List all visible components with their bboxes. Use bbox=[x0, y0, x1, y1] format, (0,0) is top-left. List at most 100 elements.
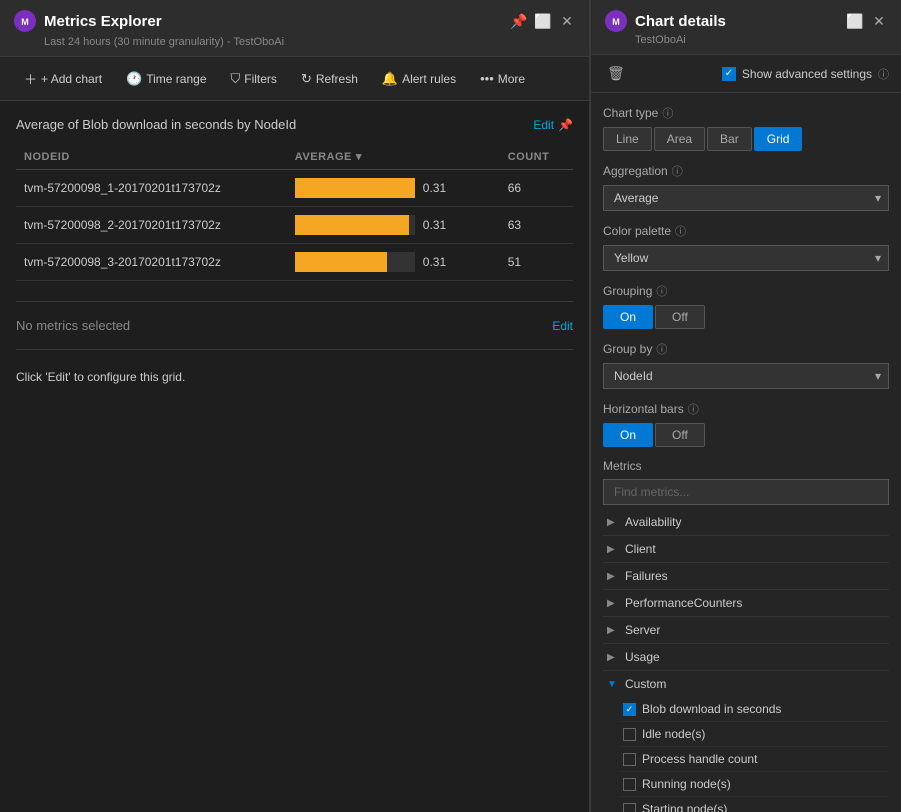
cell-average: 0.31 bbox=[287, 207, 500, 244]
right-header: M Chart details ⬜ ✕ TestOboAi bbox=[591, 0, 901, 55]
right-content: Chart type ⓘ LineAreaBarGrid Aggregation… bbox=[591, 93, 901, 812]
bar-container bbox=[295, 252, 415, 272]
chart-type-btn-bar[interactable]: Bar bbox=[707, 127, 752, 151]
tree-item-row-availability[interactable]: ▶Availability bbox=[603, 509, 889, 535]
close-button-left[interactable]: ✕ bbox=[559, 13, 575, 29]
tree-item-row-server[interactable]: ▶Server bbox=[603, 617, 889, 643]
help-icon-chart-type[interactable]: ⓘ bbox=[662, 105, 673, 121]
left-subtitle: Last 24 hours (30 minute granularity) - … bbox=[44, 36, 575, 48]
table-row: tvm-57200098_3-20170201t173702z 0.31 51 bbox=[16, 244, 573, 281]
help-icon-color[interactable]: ⓘ bbox=[675, 223, 686, 239]
show-advanced-container: ✓ Show advanced settings ⓘ bbox=[722, 66, 889, 82]
checkbox-checked[interactable]: ✓ bbox=[623, 703, 636, 716]
checkbox-empty[interactable] bbox=[623, 753, 636, 766]
sub-item-blob-download-in-seconds: ✓Blob download in seconds bbox=[619, 697, 889, 722]
collapse-icon: ▼ bbox=[607, 679, 619, 690]
delete-button[interactable]: 🗑 bbox=[603, 63, 629, 84]
sub-item-label: Running node(s) bbox=[642, 777, 731, 791]
color-palette-dropdown[interactable]: Yellow Blue Green Red bbox=[603, 245, 889, 271]
horizontal-toggle-on[interactable]: On bbox=[603, 423, 653, 447]
color-palette-section: Color palette ⓘ bbox=[603, 223, 889, 239]
cell-average-value: 0.31 bbox=[423, 218, 446, 232]
chart2-edit-link[interactable]: Edit bbox=[552, 319, 573, 333]
tree-item-row-usage[interactable]: ▶Usage bbox=[603, 644, 889, 670]
tree-item-row-failures[interactable]: ▶Failures bbox=[603, 563, 889, 589]
add-chart-button[interactable]: ＋ + Add chart bbox=[14, 65, 112, 92]
tree-item-label: Server bbox=[625, 623, 660, 637]
help-icon-grouping[interactable]: ⓘ bbox=[656, 283, 667, 299]
grid-table-1: NODEID AVERAGE ▾ COUNT bbox=[16, 144, 573, 281]
cell-average: 0.31 bbox=[287, 244, 500, 281]
refresh-button[interactable]: ↻ Refresh bbox=[291, 67, 368, 91]
close-button-right[interactable]: ✕ bbox=[871, 13, 887, 29]
sub-items-custom: ✓Blob download in secondsIdle node(s)Pro… bbox=[603, 697, 889, 812]
aggregation-dropdown[interactable]: Average Sum Count Min Max bbox=[603, 185, 889, 211]
aggregation-dropdown-wrapper: Average Sum Count Min Max bbox=[603, 185, 889, 211]
grouping-toggle-off[interactable]: Off bbox=[655, 305, 705, 329]
bar-fill bbox=[295, 252, 387, 272]
tree-item-row-performancecounters[interactable]: ▶PerformanceCounters bbox=[603, 590, 889, 616]
expand-icon: ▶ bbox=[607, 517, 619, 528]
more-button[interactable]: ••• More bbox=[470, 67, 535, 90]
chart-type-btn-grid[interactable]: Grid bbox=[754, 127, 803, 151]
tree-item-row-custom[interactable]: ▼Custom bbox=[603, 671, 889, 697]
cell-count: 66 bbox=[500, 170, 573, 207]
metrics-tree: ▶Availability▶Client▶Failures▶Performanc… bbox=[603, 509, 889, 812]
horizontal-toggle-off[interactable]: Off bbox=[655, 423, 705, 447]
col-average[interactable]: AVERAGE ▾ bbox=[287, 144, 500, 170]
left-title: Metrics Explorer bbox=[44, 13, 162, 30]
right-title: Chart details bbox=[635, 13, 726, 30]
tree-item-usage: ▶Usage bbox=[603, 644, 889, 671]
sort-icon: ▾ bbox=[356, 150, 362, 163]
time-range-button[interactable]: 🕐 Time range bbox=[116, 67, 216, 91]
sub-item-row[interactable]: Running node(s) bbox=[619, 772, 889, 797]
sub-item-row[interactable]: Process handle count bbox=[619, 747, 889, 772]
svg-text:M: M bbox=[21, 17, 29, 27]
checkbox-empty[interactable] bbox=[623, 803, 636, 812]
help-icon-aggregation[interactable]: ⓘ bbox=[672, 163, 683, 179]
help-icon-group-by[interactable]: ⓘ bbox=[656, 341, 667, 357]
content-area: Average of Blob download in seconds by N… bbox=[0, 101, 589, 812]
tree-item-row-client[interactable]: ▶Client bbox=[603, 536, 889, 562]
chart1-edit-link[interactable]: Edit 📌 bbox=[533, 118, 573, 132]
metrics-section: Metrics ▶Availability▶Client▶Failures▶Pe… bbox=[603, 459, 889, 812]
filters-button[interactable]: ⛉ Filters bbox=[221, 67, 287, 91]
checkbox-empty[interactable] bbox=[623, 728, 636, 741]
chart-type-btn-area[interactable]: Area bbox=[654, 127, 705, 151]
col-count: COUNT bbox=[500, 144, 573, 170]
pin-button-left[interactable]: 📌 bbox=[511, 13, 527, 29]
checkbox-empty[interactable] bbox=[623, 778, 636, 791]
chart2-header: No metrics selected Edit bbox=[16, 318, 573, 333]
sub-item-row[interactable]: Starting node(s) bbox=[619, 797, 889, 812]
pin-icon: 📌 bbox=[558, 118, 573, 132]
right-toolbar: 🗑 ✓ Show advanced settings ⓘ bbox=[591, 55, 901, 93]
bar-container bbox=[295, 178, 415, 198]
expand-icon: ▶ bbox=[607, 652, 619, 663]
chart-section-2: No metrics selected Edit bbox=[16, 318, 573, 333]
alert-rules-button[interactable]: 🔔 Alert rules bbox=[372, 67, 466, 91]
grouping-toggle-on[interactable]: On bbox=[603, 305, 653, 329]
help-icon-advanced[interactable]: ⓘ bbox=[878, 66, 889, 82]
bar-fill bbox=[295, 215, 409, 235]
cell-average-value: 0.31 bbox=[423, 181, 446, 195]
sub-item-row[interactable]: ✓Blob download in seconds bbox=[619, 697, 889, 722]
expand-icon: ▶ bbox=[607, 571, 619, 582]
app-icon-right: M bbox=[605, 10, 627, 32]
sub-item-idle-node(s): Idle node(s) bbox=[619, 722, 889, 747]
svg-text:M: M bbox=[612, 17, 620, 27]
metrics-search-input[interactable] bbox=[603, 479, 889, 505]
chart-type-btn-line[interactable]: Line bbox=[603, 127, 652, 151]
right-panel: M Chart details ⬜ ✕ TestOboAi 🗑 ✓ Show a… bbox=[590, 0, 901, 812]
maximize-button-left[interactable]: ⬜ bbox=[535, 13, 551, 29]
add-icon: ＋ bbox=[24, 69, 37, 88]
group-by-section: Group by ⓘ bbox=[603, 341, 889, 357]
right-subtitle: TestOboAi bbox=[635, 34, 887, 46]
sub-item-running-node(s): Running node(s) bbox=[619, 772, 889, 797]
show-advanced-checkbox[interactable]: ✓ bbox=[722, 67, 736, 81]
table-row: tvm-57200098_2-20170201t173702z 0.31 63 bbox=[16, 207, 573, 244]
help-icon-horizontal[interactable]: ⓘ bbox=[688, 401, 699, 417]
tree-item-client: ▶Client bbox=[603, 536, 889, 563]
sub-item-row[interactable]: Idle node(s) bbox=[619, 722, 889, 747]
group-by-dropdown[interactable]: NodeId None bbox=[603, 363, 889, 389]
maximize-button-right[interactable]: ⬜ bbox=[847, 13, 863, 29]
